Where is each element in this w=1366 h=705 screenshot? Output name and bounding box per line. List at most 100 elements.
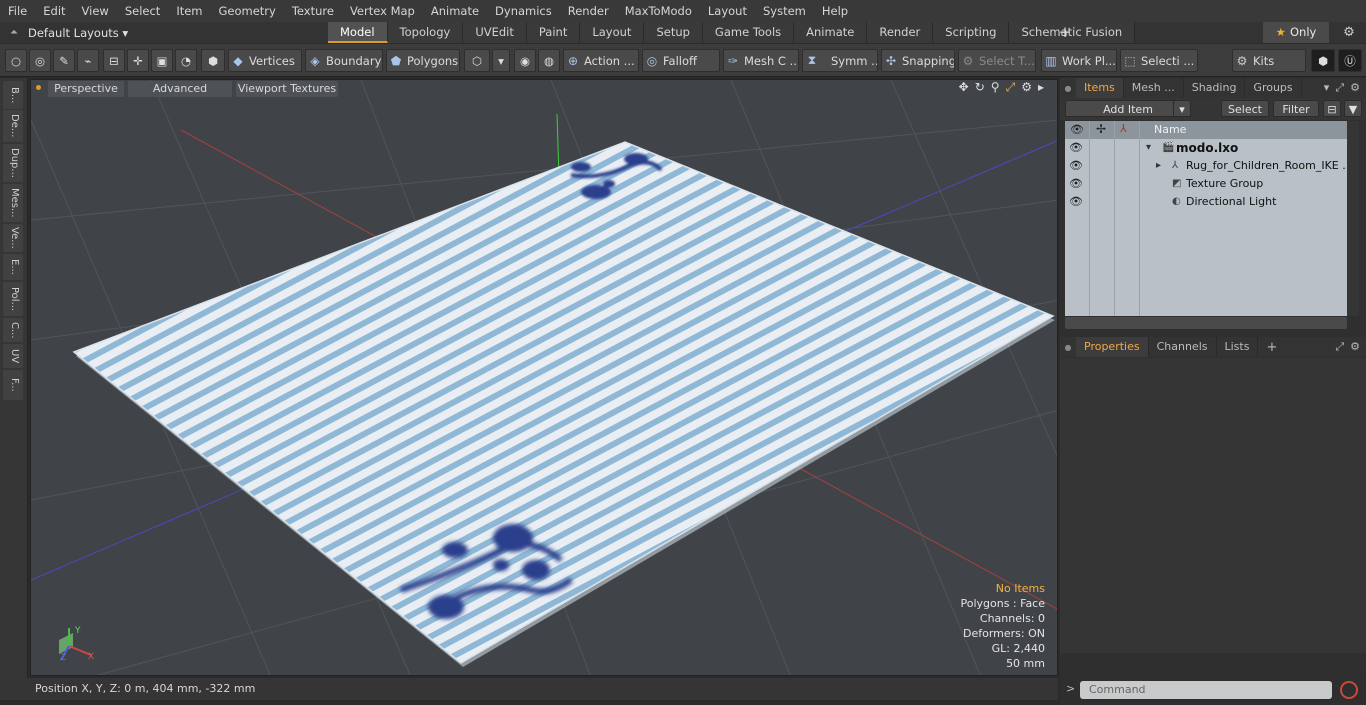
tree-horizontal-scrollbar[interactable] xyxy=(1065,317,1347,329)
symmetry-button[interactable]: ⧗ Symm ... xyxy=(802,49,878,72)
left-strip-tab[interactable]: UV xyxy=(3,344,23,368)
tab-setup[interactable]: Setup xyxy=(644,22,703,43)
viewport-textures-button[interactable]: Viewport Textures xyxy=(236,81,338,97)
tab-game-tools[interactable]: Game Tools xyxy=(702,22,795,43)
pen-icon[interactable]: ✎ xyxy=(53,49,75,72)
unity-icon[interactable]: ⬢ xyxy=(1311,49,1335,72)
tab-topology[interactable]: Topology xyxy=(387,22,464,43)
brush-icon[interactable]: ⌁ xyxy=(77,49,99,72)
panel-tab-lists[interactable]: Lists xyxy=(1217,337,1259,357)
tree-vertical-scrollbar[interactable] xyxy=(1347,121,1359,316)
panel-tab-shading[interactable]: Shading xyxy=(1184,78,1246,98)
falloff-button[interactable]: ◎ Falloff xyxy=(642,49,720,72)
layouts-dropdown[interactable]: ⏶ Default Layouts ▾ xyxy=(0,22,320,43)
left-strip-tab[interactable]: C... xyxy=(3,318,23,342)
action-center-button[interactable]: ⊕ Action ... xyxy=(563,49,639,72)
tab-paint[interactable]: Paint xyxy=(526,22,581,43)
menu-vertex-map[interactable]: Vertex Map xyxy=(342,0,423,22)
visibility-eye-icon[interactable]: 👁 xyxy=(1069,178,1083,190)
left-strip-tab[interactable]: Ve... xyxy=(3,224,23,252)
select-through-button[interactable]: ⚙ Select T... xyxy=(958,49,1036,72)
menu-dynamics[interactable]: Dynamics xyxy=(487,0,560,22)
add-item-chevron-icon[interactable]: ▾ xyxy=(1173,100,1191,117)
left-strip-tab[interactable]: E... xyxy=(3,254,23,280)
left-strip-tab[interactable]: Dup... xyxy=(3,144,23,182)
expand-icon[interactable]: ⤢ xyxy=(1335,337,1344,357)
only-toggle[interactable]: ★ Only xyxy=(1263,22,1329,43)
tree-row[interactable]: 👁 ◐ Directional Light xyxy=(1065,193,1347,211)
panel-menu-chevron-icon[interactable]: ▾ xyxy=(1324,78,1330,98)
menu-maxtomodo[interactable]: MaxToModo xyxy=(617,0,700,22)
add-panel-tab-button[interactable]: + xyxy=(1258,340,1285,355)
left-strip-tab[interactable]: B... xyxy=(3,81,23,109)
maximize-icon[interactable]: ⤢ xyxy=(1006,80,1016,98)
menu-layout[interactable]: Layout xyxy=(700,0,755,22)
polygons-button[interactable]: ⬟ Polygons xyxy=(386,49,460,72)
kits-button[interactable]: ⚙ Kits xyxy=(1232,49,1306,72)
collapse-arrow-icon[interactable]: ▾ xyxy=(1146,139,1151,157)
chevron-down-icon[interactable]: ▾ xyxy=(492,49,510,72)
menu-geometry[interactable]: Geometry xyxy=(211,0,284,22)
panel-tab-groups[interactable]: Groups xyxy=(1245,78,1302,98)
panel-gear-icon[interactable]: ⚙ xyxy=(1350,337,1360,357)
material-icon[interactable]: ◉ xyxy=(514,49,536,72)
panel-dot-icon[interactable]: ● xyxy=(1060,84,1076,93)
tab-uvedit[interactable]: UVEdit xyxy=(463,22,527,43)
left-strip-tab[interactable]: Pol... xyxy=(3,282,23,316)
advanced-button[interactable]: Advanced xyxy=(128,81,232,97)
vertices-button[interactable]: ◆ Vertices xyxy=(228,49,302,72)
expand-arrow-icon[interactable]: ▸ xyxy=(1156,157,1161,175)
tab-animate[interactable]: Animate xyxy=(794,22,868,43)
visibility-header-icon[interactable]: 👁 xyxy=(1070,123,1084,136)
left-strip-tab[interactable]: F... xyxy=(3,370,23,400)
funnel-icon[interactable]: ▼ xyxy=(1344,100,1362,117)
menu-animate[interactable]: Animate xyxy=(423,0,487,22)
collapse-icon[interactable]: ⊟ xyxy=(1323,100,1341,117)
menu-select[interactable]: Select xyxy=(117,0,168,22)
lock-header-icon[interactable]: ✢ xyxy=(1096,122,1106,136)
panel-tab-items[interactable]: Items xyxy=(1076,78,1124,98)
visibility-eye-icon[interactable]: 👁 xyxy=(1069,142,1083,154)
pan-icon[interactable]: ✥ xyxy=(959,80,969,98)
expand-icon[interactable]: ⤢ xyxy=(1335,78,1344,98)
add-tab-button[interactable]: + xyxy=(1056,22,1074,43)
tab-model[interactable]: Model xyxy=(328,22,388,43)
tree-row[interactable]: 👁 ◩ Texture Group xyxy=(1065,175,1347,193)
layout-toggle-icon[interactable]: ⏶ xyxy=(0,27,28,38)
menu-edit[interactable]: Edit xyxy=(35,0,73,22)
panel-dot-icon[interactable]: ● xyxy=(1060,343,1076,352)
viewport-dot-icon[interactable] xyxy=(36,85,41,90)
unreal-icon[interactable]: Ⓤ xyxy=(1338,49,1362,72)
boundary-button[interactable]: ◈ Boundary xyxy=(305,49,383,72)
work-plane-button[interactable]: ▥ Work Pl... xyxy=(1041,49,1117,72)
type-header-icon[interactable]: ⅄ xyxy=(1120,122,1127,135)
mesh-constraint-button[interactable]: ✑ Mesh C ... xyxy=(723,49,799,72)
name-column-header[interactable]: Name xyxy=(1154,123,1186,136)
left-strip-tab[interactable]: Mes... xyxy=(3,184,23,222)
snapping-button[interactable]: ✣ Snapping xyxy=(881,49,955,72)
sphere-icon[interactable]: ◔ xyxy=(175,49,197,72)
panel-gear-icon[interactable]: ⚙ xyxy=(1350,78,1360,98)
tab-render[interactable]: Render xyxy=(867,22,934,43)
perspective-button[interactable]: Perspective xyxy=(48,81,124,97)
menu-view[interactable]: View xyxy=(74,0,117,22)
circle-select-icon[interactable]: ○ xyxy=(5,49,27,72)
command-input[interactable]: Command xyxy=(1080,681,1332,699)
zoom-icon[interactable]: ⚲ xyxy=(991,80,1000,98)
3d-viewport[interactable]: Y X Z No Items Polygons : Face Channels:… xyxy=(30,79,1058,676)
gear-icon[interactable]: ⚙ xyxy=(1338,22,1360,43)
left-strip-tab[interactable]: De... xyxy=(3,110,23,142)
tree-row[interactable]: 👁 ▸ ⅄ Rug_for_Children_Room_IKE ... xyxy=(1065,157,1353,175)
viewport-menu-icon[interactable]: ▸ xyxy=(1038,80,1044,98)
rotate-icon[interactable]: ↻ xyxy=(975,80,985,98)
filter-button[interactable]: Filter xyxy=(1273,100,1319,117)
select-button[interactable]: Select xyxy=(1221,100,1269,117)
square-circle-icon[interactable]: ▣ xyxy=(151,49,173,72)
panel-tab-channels[interactable]: Channels xyxy=(1149,337,1217,357)
selection-sets-button[interactable]: ⬚ Selecti ... xyxy=(1120,49,1198,72)
record-icon[interactable] xyxy=(1340,681,1358,699)
item-mode-icon[interactable]: ⬡ xyxy=(464,49,490,72)
menu-texture[interactable]: Texture xyxy=(284,0,342,22)
tab-scripting[interactable]: Scripting xyxy=(933,22,1010,43)
shield-icon[interactable]: ⬢ xyxy=(201,49,225,72)
